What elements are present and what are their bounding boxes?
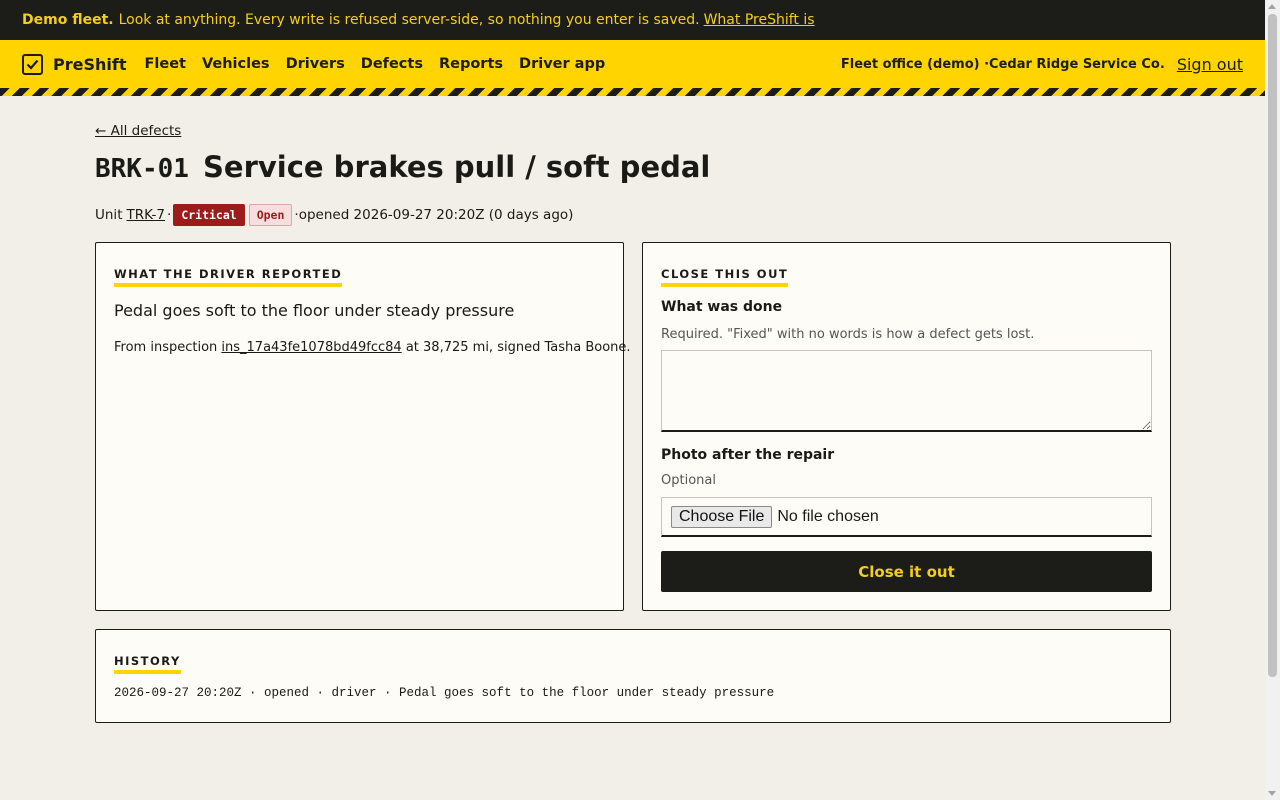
history-card: HISTORY 2026-09-27 20:20Z · opened · dri… — [95, 629, 1171, 723]
history-heading: HISTORY — [114, 654, 181, 674]
driver-report-text: Pedal goes soft to the floor under stead… — [114, 301, 515, 320]
brand-name: PreShift — [53, 54, 127, 74]
brand[interactable]: PreShift — [22, 53, 144, 75]
what-done-textarea[interactable] — [661, 350, 1152, 432]
nav-right: Fleet office (demo) ·Cedar Ridge Service… — [841, 40, 1243, 88]
meta-separator: · — [167, 207, 172, 223]
file-status: No file chosen — [777, 507, 879, 525]
opened-text: ·opened 2026-09-27 20:20Z (0 days ago) — [294, 207, 574, 223]
driver-report-heading: WHAT THE DRIVER REPORTED — [114, 267, 343, 287]
close-it-out-button[interactable]: Close it out — [661, 551, 1152, 592]
nav-defects[interactable]: Defects — [361, 56, 423, 72]
choose-file-button[interactable]: Choose File — [671, 505, 773, 528]
demo-banner-text: Look at anything. Every write is refused… — [118, 12, 700, 28]
demo-banner-bold: Demo fleet. — [22, 12, 114, 28]
back-to-defects-link[interactable]: ← All defects — [95, 123, 181, 139]
from-suffix: at 38,725 mi, signed Tasha Boone. — [405, 340, 631, 355]
nav-fleet[interactable]: Fleet — [144, 56, 185, 72]
demo-banner: Demo fleet. Look at anything. Every writ… — [0, 0, 1265, 40]
top-nav: PreShift Fleet Vehicles Drivers Defects … — [0, 40, 1265, 88]
what-preshift-is-link[interactable]: What PreShift is — [704, 12, 815, 28]
nav-vehicles[interactable]: Vehicles — [202, 56, 270, 72]
photo-label: Photo after the repair — [661, 447, 835, 463]
history-entry: 2026-09-27 20:20Z · opened · driver · Pe… — [114, 686, 775, 700]
status-badge: Open — [248, 204, 293, 226]
hazard-stripe — [0, 88, 1265, 96]
sign-out-link[interactable]: Sign out — [1177, 55, 1243, 74]
scroll-up-arrow-icon[interactable] — [1268, 4, 1276, 9]
checkbox-icon — [22, 53, 43, 75]
defect-code: BRK-01 — [95, 154, 189, 184]
close-out-card: CLOSE THIS OUT What was done Required. "… — [642, 242, 1171, 611]
severity-badge: Critical — [173, 204, 245, 226]
defect-meta: Unit TRK-7 · Critical Open ·opened 2026-… — [95, 204, 573, 226]
office-label: Fleet office (demo) ·Cedar Ridge Service… — [840, 56, 1165, 72]
nav-drivers[interactable]: Drivers — [286, 56, 345, 72]
nav-reports[interactable]: Reports — [439, 56, 503, 72]
inspection-source: From inspection ins_17a43fe1078bd49fcc84… — [114, 340, 631, 355]
close-out-heading: CLOSE THIS OUT — [661, 267, 789, 287]
unit-prefix: Unit — [95, 207, 123, 223]
nav-driver-app[interactable]: Driver app — [519, 56, 605, 72]
what-done-label: What was done — [661, 299, 783, 315]
defect-title: Service brakes pull / soft pedal — [203, 150, 711, 184]
from-prefix: From inspection — [114, 340, 218, 355]
photo-help: Optional — [661, 473, 716, 488]
page-title: BRK-01 Service brakes pull / soft pedal — [95, 150, 710, 184]
unit-link[interactable]: TRK-7 — [126, 207, 165, 223]
scroll-thumb[interactable] — [1268, 14, 1277, 677]
scroll-down-arrow-icon[interactable] — [1268, 791, 1276, 796]
inspection-link[interactable]: ins_17a43fe1078bd49fcc84 — [221, 340, 401, 355]
driver-report-card: WHAT THE DRIVER REPORTED Pedal goes soft… — [95, 242, 631, 611]
page-scrollbar[interactable] — [1265, 0, 1280, 800]
what-done-help: Required. "Fixed" with no words is how a… — [661, 327, 1035, 342]
photo-file-input[interactable]: Choose File No file chosen — [661, 497, 1152, 537]
